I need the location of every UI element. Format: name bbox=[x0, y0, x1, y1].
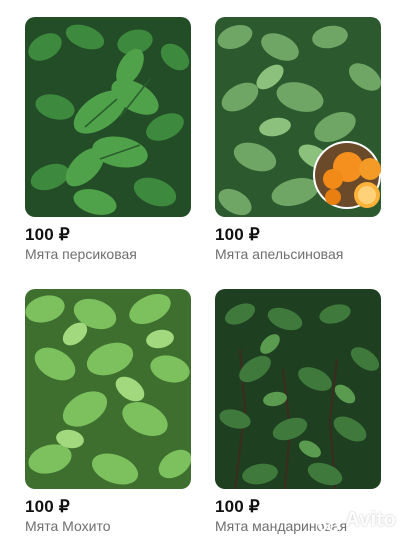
mint-plant-photo bbox=[25, 289, 191, 489]
mint-plant-photo bbox=[25, 17, 191, 217]
avito-watermark: Avito bbox=[315, 509, 396, 532]
product-card[interactable]: 100 ₽ Мята персиковая bbox=[25, 17, 191, 263]
product-title[interactable]: Мята апельсиновая bbox=[215, 245, 381, 263]
product-photo[interactable] bbox=[25, 17, 191, 217]
product-photo[interactable] bbox=[215, 17, 381, 217]
watermark-text: Avito bbox=[345, 509, 396, 531]
product-title[interactable]: Мята персиковая bbox=[25, 245, 191, 263]
product-card[interactable]: 100 ₽ Мята Мохито bbox=[25, 289, 191, 535]
product-grid: 100 ₽ Мята персиковая 100 ₽ Мята апельси… bbox=[0, 0, 406, 540]
product-price: 100 ₽ bbox=[25, 225, 70, 244]
product-card[interactable]: 100 ₽ Мята мандариновая bbox=[215, 289, 381, 535]
avito-logo-icon bbox=[315, 509, 341, 532]
product-photo[interactable] bbox=[215, 289, 381, 489]
product-price: 100 ₽ bbox=[25, 497, 70, 516]
mint-plant-with-orange-photo bbox=[215, 17, 381, 217]
mint-plant-photo bbox=[215, 289, 381, 489]
product-title[interactable]: Мята Мохито bbox=[25, 517, 191, 535]
product-price: 100 ₽ bbox=[215, 225, 260, 244]
product-photo[interactable] bbox=[25, 289, 191, 489]
product-card[interactable]: 100 ₽ Мята апельсиновая bbox=[215, 17, 381, 263]
